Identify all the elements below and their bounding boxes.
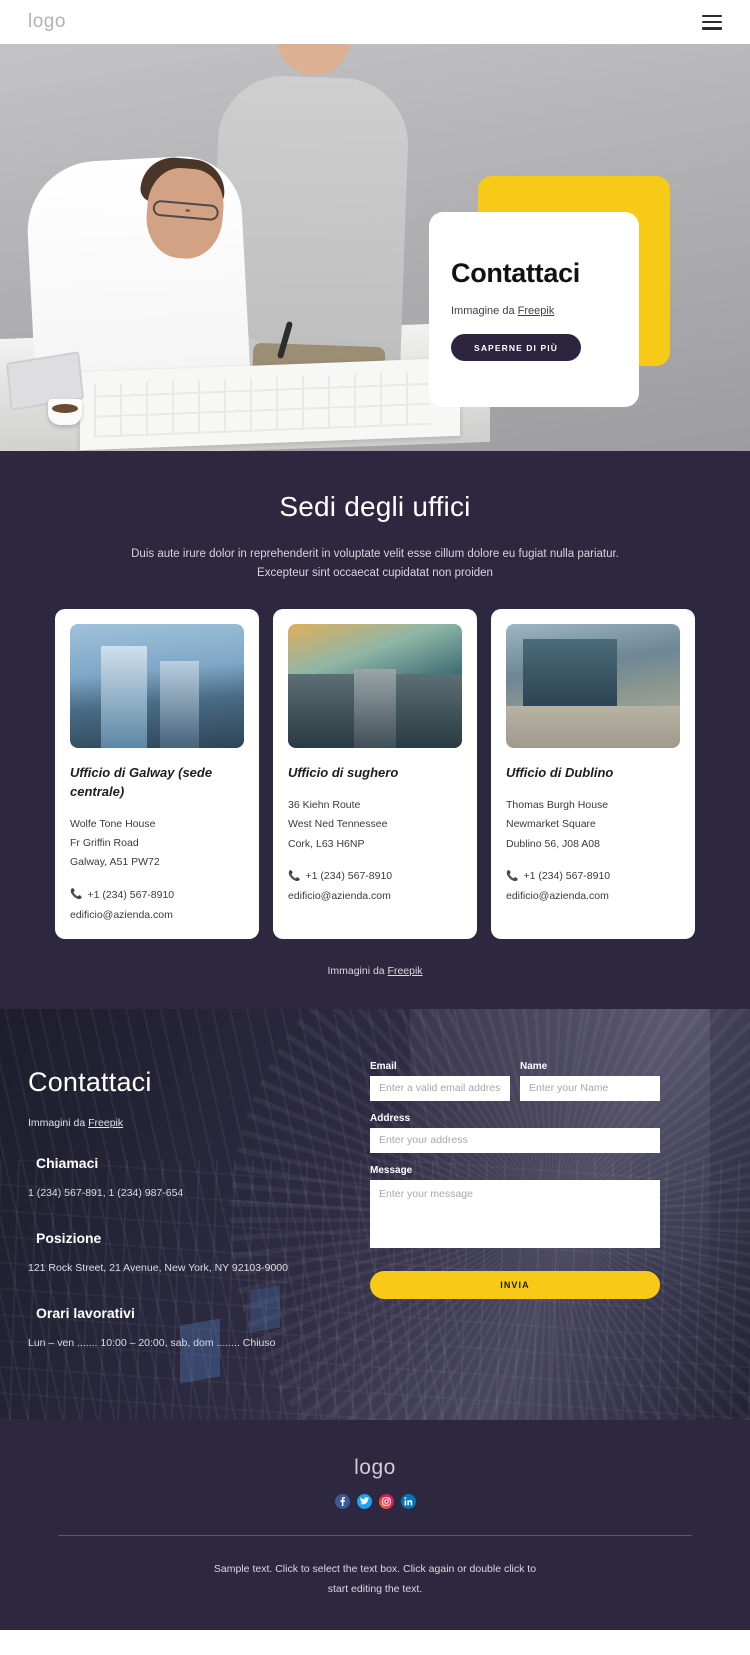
phone-icon: 📞 bbox=[70, 889, 83, 901]
twitter-icon[interactable] bbox=[356, 1493, 372, 1509]
instagram-icon[interactable] bbox=[378, 1493, 394, 1509]
header-logo[interactable]: logo bbox=[28, 11, 66, 33]
hero-card: Contattaci Immagine da Freepik SAPERNE D… bbox=[429, 212, 639, 407]
address-line: Dublino 56, J08 A08 bbox=[506, 837, 600, 850]
info-block-call: Chiamaci 1 (234) 567-891, 1 (234) 987-65… bbox=[28, 1155, 358, 1204]
info-block-hours: Orari lavorativi Lun – ven ....... 10:00… bbox=[28, 1305, 358, 1354]
offices-section: Sedi degli uffici Duis aute irure dolor … bbox=[0, 451, 750, 1009]
field-email: Email bbox=[370, 1061, 510, 1101]
hero-title: Contattaci bbox=[451, 258, 581, 288]
facebook-icon[interactable] bbox=[334, 1493, 350, 1509]
freepik-link[interactable]: Freepik bbox=[518, 305, 555, 317]
hero-section: Contattaci Immagine da Freepik SAPERNE D… bbox=[0, 44, 750, 451]
contact-credit-prefix: Immagini da bbox=[28, 1116, 89, 1129]
office-email[interactable]: edificio@azienda.com bbox=[70, 909, 244, 921]
hero-image-credit: Immagine da Freepik bbox=[451, 305, 639, 317]
office-address: Thomas Burgh House Newmarket Square Dubl… bbox=[506, 796, 680, 854]
office-phone[interactable]: 📞 +1 (234) 567-8910 bbox=[288, 870, 462, 882]
info-text: 121 Rock Street, 21 Avenue, New York, NY… bbox=[28, 1261, 288, 1274]
field-name: Name bbox=[520, 1061, 660, 1101]
phone-icon: 📞 bbox=[288, 870, 301, 882]
hamburger-icon[interactable] bbox=[702, 14, 722, 30]
social-links bbox=[0, 1493, 750, 1509]
office-address: 36 Kiehn Route West Ned Tennessee Cork, … bbox=[288, 796, 462, 854]
name-label: Name bbox=[520, 1060, 548, 1072]
submit-button[interactable]: INVIA bbox=[370, 1270, 660, 1299]
footer-note-line2: start editing the text. bbox=[327, 1582, 423, 1595]
info-block-location: Posizione 121 Rock Street, 21 Avenue, Ne… bbox=[28, 1230, 358, 1279]
office-email[interactable]: edificio@azienda.com bbox=[288, 890, 462, 902]
freepik-link[interactable]: Freepik bbox=[88, 1117, 123, 1129]
email-input[interactable] bbox=[370, 1075, 510, 1101]
address-line: West Ned Tennessee bbox=[288, 818, 388, 831]
email-label: Email bbox=[370, 1060, 397, 1072]
info-text: 1 (234) 567-891, 1 (234) 987-654 bbox=[28, 1186, 184, 1199]
info-title: Chiamaci bbox=[36, 1154, 99, 1171]
office-card: Ufficio di Dublino Thomas Burgh House Ne… bbox=[491, 608, 695, 939]
hamburger-bar bbox=[702, 20, 722, 24]
hamburger-bar bbox=[702, 14, 722, 17]
page-root: logo Contattaci Immagine da Freepik SAPE… bbox=[0, 0, 750, 1630]
freepik-link[interactable]: Freepik bbox=[388, 965, 423, 977]
footer-note-line1: Sample text. Click to select the text bo… bbox=[213, 1562, 537, 1575]
office-image bbox=[288, 623, 462, 748]
linkedin-icon[interactable] bbox=[400, 1493, 416, 1509]
phone-icon: 📞 bbox=[506, 870, 519, 882]
site-footer: logo Sample text. Click to select the te… bbox=[0, 1419, 750, 1630]
office-image bbox=[70, 623, 244, 748]
field-address: Address bbox=[370, 1113, 660, 1153]
footer-divider bbox=[58, 1534, 692, 1536]
contact-image-credit: Immagini da Freepik bbox=[28, 1117, 358, 1129]
address-line: Thomas Burgh House bbox=[506, 798, 609, 811]
learn-more-button[interactable]: SAPERNE DI PIÙ bbox=[451, 334, 581, 361]
contact-info-column: Contattaci Immagini da Freepik Chiamaci … bbox=[28, 1053, 358, 1354]
info-title: Posizione bbox=[36, 1229, 102, 1246]
contact-form: Email Name Address Message INVIA bbox=[370, 1053, 660, 1354]
hero-credit-prefix: Immagine da bbox=[451, 305, 518, 317]
offices-heading: Sedi degli uffici bbox=[279, 491, 471, 522]
address-line: Wolfe Tone House bbox=[70, 817, 156, 830]
site-header: logo bbox=[0, 0, 750, 44]
office-phone-text: +1 (234) 567-8910 bbox=[87, 888, 175, 901]
footer-note: Sample text. Click to select the text bo… bbox=[0, 1560, 750, 1600]
office-name: Ufficio di Dublino bbox=[506, 764, 614, 780]
address-line: Galway, A51 PW72 bbox=[70, 856, 160, 869]
offices-subtitle: Duis aute irure dolor in reprehenderit i… bbox=[95, 545, 655, 583]
office-phone[interactable]: 📞 +1 (234) 567-8910 bbox=[70, 889, 244, 901]
address-label: Address bbox=[370, 1112, 411, 1124]
contact-heading: Contattaci bbox=[28, 1066, 152, 1097]
office-email[interactable]: edificio@azienda.com bbox=[506, 890, 680, 902]
address-input[interactable] bbox=[370, 1127, 660, 1153]
message-textarea[interactable] bbox=[370, 1179, 660, 1248]
contact-section: Contattaci Immagini da Freepik Chiamaci … bbox=[0, 1008, 750, 1420]
office-name: Ufficio di sughero bbox=[288, 764, 399, 780]
address-line: Cork, L63 H6NP bbox=[288, 837, 365, 850]
office-image bbox=[506, 623, 680, 748]
offices-credit-prefix: Immagini da bbox=[327, 964, 388, 977]
message-label: Message bbox=[370, 1164, 413, 1176]
address-line: Newmarket Square bbox=[506, 818, 596, 831]
info-text: Lun – ven ....... 10:00 – 20:00, sab, do… bbox=[28, 1336, 276, 1349]
name-input[interactable] bbox=[520, 1075, 660, 1101]
address-line: Fr Griffin Road bbox=[70, 837, 139, 850]
office-card: Ufficio di sughero 36 Kiehn Route West N… bbox=[273, 608, 477, 939]
offices-subtitle-line1: Duis aute irure dolor in reprehenderit i… bbox=[131, 548, 619, 560]
offices-image-credit: Immagini da Freepik bbox=[0, 965, 750, 977]
office-phone-text: +1 (234) 567-8910 bbox=[305, 870, 393, 883]
office-card: Ufficio di Galway (sede centrale) Wolfe … bbox=[55, 608, 259, 939]
footer-logo[interactable]: logo bbox=[0, 1456, 750, 1480]
info-title: Orari lavorativi bbox=[36, 1304, 135, 1321]
office-phone-text: +1 (234) 567-8910 bbox=[523, 870, 611, 883]
offices-card-list: Ufficio di Galway (sede centrale) Wolfe … bbox=[0, 608, 750, 939]
office-address: Wolfe Tone House Fr Griffin Road Galway,… bbox=[70, 815, 244, 873]
hamburger-bar bbox=[702, 27, 722, 30]
office-phone[interactable]: 📞 +1 (234) 567-8910 bbox=[506, 870, 680, 882]
address-line: 36 Kiehn Route bbox=[288, 798, 361, 811]
office-name: Ufficio di Galway (sede centrale) bbox=[70, 764, 213, 799]
offices-subtitle-line2: Excepteur sint occaecat cupidatat non pr… bbox=[257, 566, 493, 579]
field-message: Message bbox=[370, 1165, 660, 1253]
